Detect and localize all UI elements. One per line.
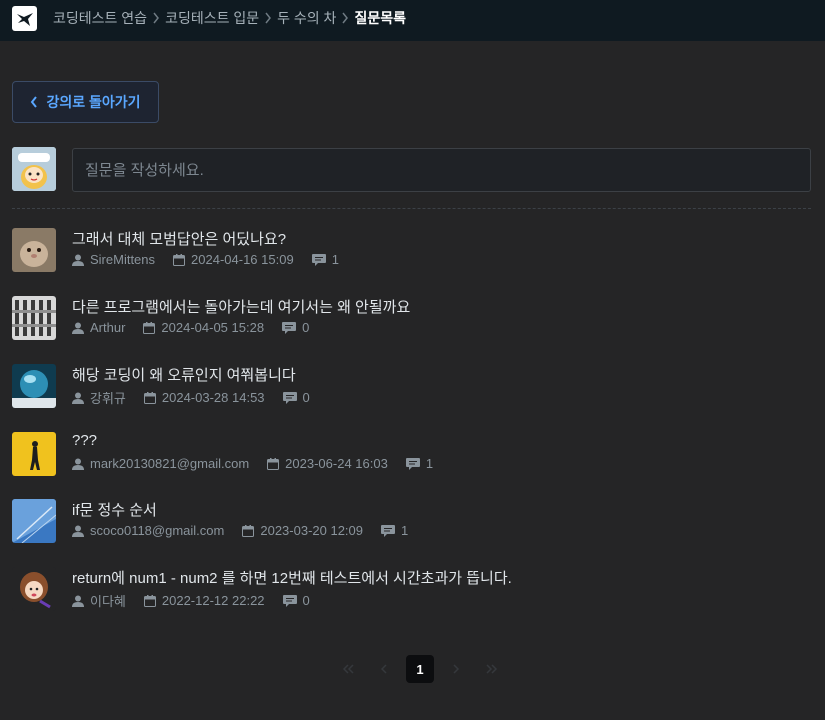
- comment-icon: [405, 457, 420, 470]
- question-date: 2022-12-12 22:22: [161, 593, 265, 608]
- question-author: scoco0118@gmail.com: [90, 523, 225, 538]
- question-author: SireMittens: [90, 252, 156, 267]
- author-avatar: [12, 296, 56, 340]
- user-icon: [72, 322, 84, 334]
- question-meta: 강휘규 2024-03-28 14:53 0: [72, 388, 328, 407]
- user-icon: [72, 254, 84, 266]
- chevron-right-icon: [336, 12, 354, 24]
- question-title[interactable]: 다른 프로그램에서는 돌아가는데 여기서는 왜 안될까요: [72, 296, 410, 317]
- breadcrumb-item-intro[interactable]: 코딩테스트 입문: [165, 8, 259, 28]
- current-user-avatar: [12, 147, 56, 191]
- comment-icon: [282, 391, 297, 404]
- prev-page-icon: [370, 655, 398, 683]
- author-avatar: [12, 228, 56, 272]
- user-icon: [72, 595, 84, 607]
- user-icon: [72, 458, 84, 470]
- question-author: Arthur: [90, 320, 126, 335]
- comment-icon: [282, 321, 297, 334]
- question-date: 2024-04-05 15:28: [161, 320, 265, 335]
- question-title[interactable]: if문 정수 순서: [72, 499, 157, 520]
- question-title[interactable]: 그래서 대체 모범답안은 어딨나요?: [72, 228, 286, 249]
- question-date: 2023-06-24 16:03: [285, 456, 388, 471]
- question-author: 강휘규: [90, 391, 126, 406]
- question-item[interactable]: 해당 코딩이 왜 오류인지 여쭤봅니다 강휘규 2024-03-28 14:53…: [12, 364, 811, 414]
- comment-count: 0: [302, 593, 310, 608]
- comment-icon: [381, 524, 396, 537]
- calendar-icon: [267, 457, 280, 470]
- question-item[interactable]: if문 정수 순서 scoco0118@gmail.com 2023-03-20…: [12, 499, 811, 549]
- chevron-right-icon: [147, 12, 165, 24]
- calendar-icon: [143, 321, 156, 334]
- comment-count: 0: [302, 320, 310, 335]
- chevron-right-icon: [259, 12, 277, 24]
- breadcrumb-item-problem[interactable]: 두 수의 차: [277, 8, 336, 28]
- user-icon: [72, 525, 84, 537]
- user-icon: [72, 392, 84, 404]
- top-navigation-bar: 코딩테스트 연습 코딩테스트 입문 두 수의 차 질문목록: [0, 0, 825, 41]
- comment-icon: [282, 594, 297, 607]
- first-page-icon: [334, 655, 362, 683]
- calendar-icon: [143, 594, 156, 607]
- last-page-icon: [478, 655, 506, 683]
- breadcrumb: 코딩테스트 연습 코딩테스트 입문 두 수의 차 질문목록: [53, 0, 406, 36]
- page-number-current[interactable]: 1: [406, 655, 434, 683]
- comment-count: 1: [425, 456, 434, 471]
- comment-icon: [311, 253, 326, 266]
- comment-count: 1: [401, 523, 409, 538]
- question-title[interactable]: 해당 코딩이 왜 오류인지 여쭤봅니다: [72, 364, 296, 385]
- back-button-label: 강의로 돌아가기: [46, 94, 141, 110]
- breadcrumb-item-practice[interactable]: 코딩테스트 연습: [53, 8, 147, 28]
- question-meta: 이다혜 2022-12-12 22:22 0: [72, 591, 328, 610]
- breadcrumb-current: 질문목록: [354, 10, 406, 26]
- divider: [12, 208, 811, 209]
- question-item[interactable]: ??? mark20130821@gmail.com 2023-06-24 16…: [12, 432, 811, 482]
- calendar-icon: [143, 391, 156, 404]
- next-page-icon: [442, 655, 470, 683]
- question-meta: Arthur 2024-04-05 15:28 0: [72, 320, 327, 335]
- question-meta: scoco0118@gmail.com 2023-03-20 12:09 1: [72, 523, 426, 538]
- calendar-icon: [173, 253, 186, 266]
- question-input[interactable]: [72, 148, 811, 192]
- question-date: 2023-03-20 12:09: [260, 523, 364, 538]
- author-avatar: [12, 567, 56, 611]
- comment-count: 0: [302, 390, 310, 405]
- question-meta: mark20130821@gmail.com 2023-06-24 16:03 …: [72, 456, 451, 471]
- question-date: 2024-03-28 14:53: [161, 390, 265, 405]
- back-to-lesson-button[interactable]: 강의로 돌아가기: [12, 81, 159, 123]
- question-author: 이다혜: [90, 594, 126, 609]
- calendar-icon: [242, 524, 255, 537]
- comment-count: 1: [331, 252, 339, 267]
- question-title[interactable]: return에 num1 - num2 를 하면 12번째 테스트에서 시간초과…: [72, 567, 512, 588]
- author-avatar: [12, 364, 56, 408]
- question-author: mark20130821@gmail.com: [90, 456, 250, 471]
- question-item[interactable]: 다른 프로그램에서는 돌아가는데 여기서는 왜 안될까요 Arthur 2024…: [12, 296, 811, 346]
- question-item[interactable]: 그래서 대체 모범답안은 어딨나요? SireMittens 2024-04-1…: [12, 228, 811, 278]
- question-date: 2024-04-16 15:09: [191, 252, 294, 267]
- programmers-logo-icon[interactable]: [12, 6, 37, 31]
- question-item[interactable]: return에 num1 - num2 를 하면 12번째 테스트에서 시간초과…: [12, 567, 811, 617]
- question-title[interactable]: ???: [72, 432, 97, 449]
- question-meta: SireMittens 2024-04-16 15:09 1: [72, 252, 357, 267]
- chevron-left-icon: [30, 96, 38, 108]
- author-avatar: [12, 432, 56, 476]
- pagination: 1: [330, 655, 510, 683]
- author-avatar: [12, 499, 56, 543]
